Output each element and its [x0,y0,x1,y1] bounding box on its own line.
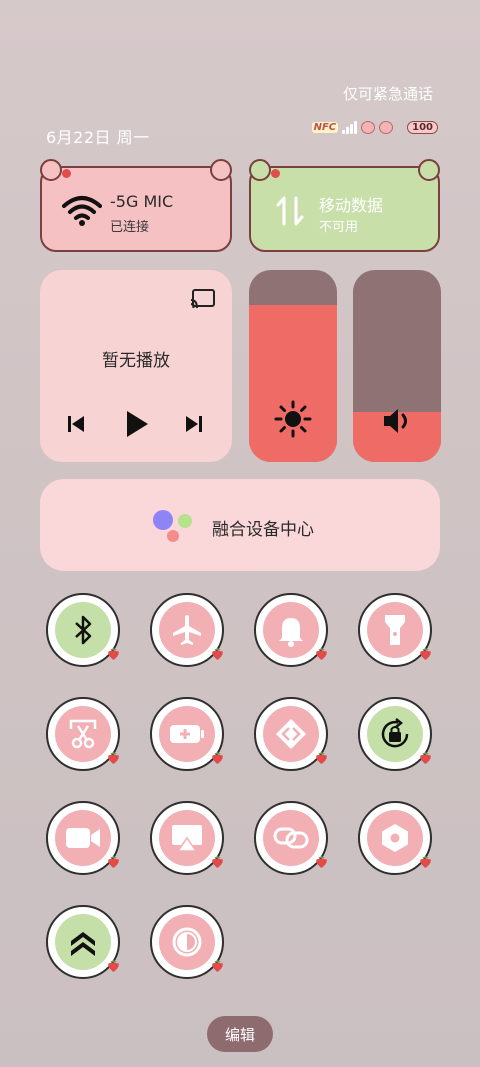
screen-record-toggle[interactable] [46,801,120,875]
bell-icon [279,618,303,647]
strawberry-icon [212,960,223,972]
chevrons-up-icon [71,932,95,956]
video-camera-icon [66,828,100,848]
bear-ear-right [210,159,232,181]
performance-mode-toggle[interactable] [46,905,120,979]
strawberry-icon [316,648,327,660]
bear-ear-left [249,159,271,181]
super-power-saving-toggle[interactable] [358,801,432,875]
signal-icon [342,120,358,134]
edit-button[interactable]: 编辑 [207,1016,273,1052]
wifi-status: 已连接 [110,220,150,235]
wifi-icon [62,196,102,226]
link-icon [273,827,309,849]
mobile-data-icon [276,196,304,226]
mobile-data-tile[interactable]: 移动数据 不可用 [249,159,440,252]
screen-cast-icon [172,825,202,852]
flashlight-toggle[interactable] [358,593,432,667]
strawberry-icon [420,856,431,868]
screenshot-toggle[interactable] [46,697,120,771]
battery-saver-toggle[interactable] [150,697,224,771]
strawberry-icon [212,648,223,660]
cast-icon[interactable] [190,288,216,310]
media-status-text: 暂无播放 [102,351,170,371]
link-share-toggle[interactable] [254,801,328,875]
rotation-lock-icon [381,718,409,748]
bluetooth-icon [75,615,92,645]
volume-slider[interactable] [353,270,441,462]
strawberry-icon [316,752,327,764]
device-center-label: 融合设备中心 [212,520,314,540]
brightness-slider[interactable] [249,270,337,462]
next-track-icon[interactable] [184,414,204,434]
wifi-network-name: -5G MIC [110,192,174,211]
strawberry-icon [108,752,119,764]
strawberry-icon [316,856,327,868]
airplane-mode-toggle[interactable] [150,593,224,667]
bluetooth-toggle[interactable] [46,593,120,667]
strawberry-icon [108,856,119,868]
ring-mode-toggle[interactable] [254,593,328,667]
dark-mode-toggle[interactable] [150,905,224,979]
strawberry-icon [212,752,223,764]
flashlight-icon [385,615,405,645]
previous-track-icon[interactable] [66,414,86,434]
media-player-card[interactable]: 暂无播放 [40,270,232,462]
status-icons: NFC 100 [311,120,438,134]
hexagon-icon [382,824,408,852]
bear-ear-left [40,159,62,181]
dark-mode-icon [172,927,202,957]
strawberry-icon [420,648,431,660]
pig-icon [361,120,376,134]
screen-cast-toggle[interactable] [150,801,224,875]
speaker-icon [353,404,441,438]
berry-decoration [62,169,71,178]
nfc-icon: NFC [311,121,339,133]
wifi-tile[interactable]: -5G MIC 已连接 [40,159,232,252]
brightness-fill [249,304,337,462]
berry-decoration [271,169,280,178]
battery-saver-icon [170,725,204,743]
nearby-share-icon [276,719,306,749]
play-icon[interactable] [124,409,150,439]
nearby-share-toggle[interactable] [254,697,328,771]
battery-indicator: 100 [407,120,438,134]
date-label: 6月22日 周一 [46,128,150,147]
brightness-icon [249,400,337,438]
airplane-icon [173,615,201,645]
strawberry-icon [108,960,119,972]
strawberry-icon [212,856,223,868]
mobile-data-status: 不可用 [319,220,359,235]
strawberry-icon [108,648,119,660]
strawberry-icon [420,752,431,764]
device-center-icon [153,510,192,542]
screenshot-icon [69,719,97,749]
pig-icon-2 [379,120,394,134]
device-center-card[interactable]: 融合设备中心 [40,479,440,571]
rotation-lock-toggle[interactable] [358,697,432,771]
emergency-call-only-text: 仅可紧急通话 [342,85,433,103]
mobile-data-title: 移动数据 [319,196,384,215]
bear-ear-right [418,159,440,181]
